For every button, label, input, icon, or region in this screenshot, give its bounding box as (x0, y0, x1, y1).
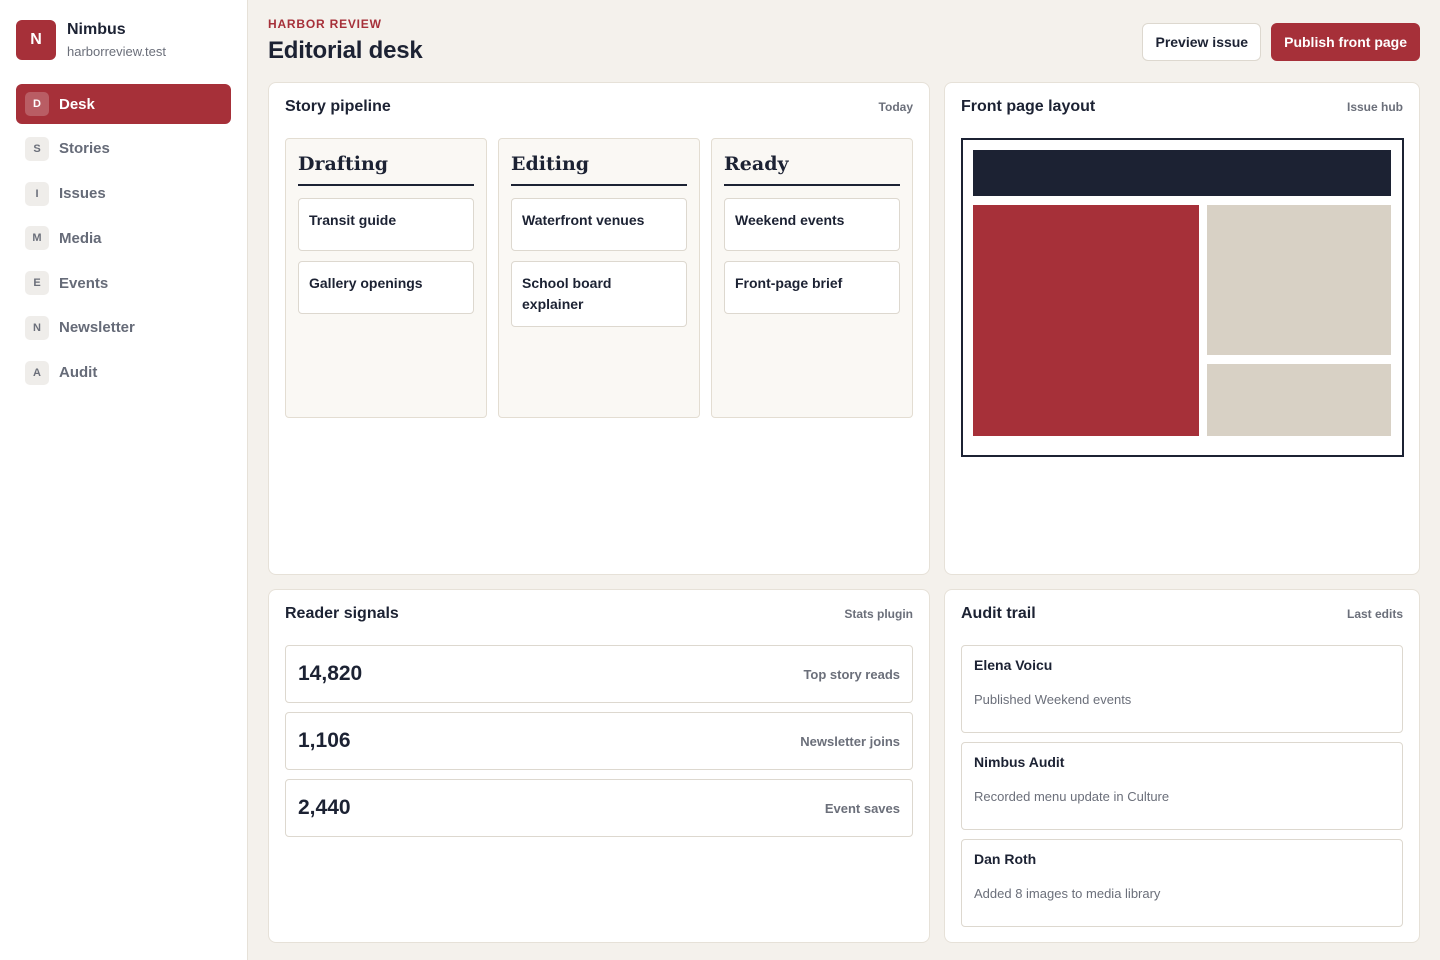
sidebar-item-newsletter[interactable]: N Newsletter (16, 308, 231, 348)
signal-value: 1,106 (298, 729, 351, 752)
sidebar-item-label: Audit (59, 364, 98, 382)
issues-icon: I (25, 181, 49, 206)
panel-header: Front page layout Issue hub (961, 98, 1403, 115)
layout-secondary-block[interactable] (1207, 205, 1391, 355)
audit-description: Added 8 images to media library (974, 886, 1161, 901)
reader-signals-panel: Reader signals Stats plugin 14,820 Top s… (268, 589, 930, 943)
brand-name: Nimbus (67, 20, 126, 38)
signals-list: 14,820 Top story reads 1,106 Newsletter … (285, 645, 913, 837)
signal-value: 14,820 (298, 662, 363, 685)
layout-tertiary-block[interactable] (1207, 364, 1391, 436)
audit-entry: Elena Voicu Published Weekend events (961, 645, 1403, 733)
brand-domain: harborreview.test (67, 43, 166, 59)
preview-issue-button[interactable]: Preview issue (1142, 23, 1262, 61)
signal-label: Top story reads (803, 666, 900, 682)
layout-masthead-block[interactable] (973, 150, 1391, 196)
signal-row: 2,440 Event saves (285, 779, 913, 837)
panel-title: Front page layout (961, 98, 1096, 115)
column-title: Editing (511, 153, 687, 186)
panel-title: Audit trail (961, 605, 1036, 622)
sidebar: N Nimbus harborreview.test D Desk S Stor… (0, 0, 248, 960)
panel-meta: Today (878, 100, 913, 114)
sidebar-item-label: Stories (59, 140, 110, 158)
sidebar-nav: D Desk S Stories I Issues M Media E Even… (16, 84, 231, 393)
audit-author: Dan Roth (974, 851, 1037, 867)
story-card[interactable]: School board explainer (511, 261, 687, 327)
story-card[interactable]: Front-page brief (724, 261, 900, 314)
story-card[interactable]: Waterfront venues (511, 198, 687, 251)
panel-title: Reader signals (285, 605, 399, 622)
panel-header: Audit trail Last edits (961, 605, 1403, 622)
sidebar-item-issues[interactable]: I Issues (16, 174, 231, 214)
column-editing: Editing Waterfront venues School board e… (498, 138, 700, 418)
signal-label: Newsletter joins (800, 733, 900, 749)
signal-row: 1,106 Newsletter joins (285, 712, 913, 770)
audit-author: Elena Voicu (974, 657, 1053, 673)
pipeline-columns: Drafting Transit guide Gallery openings … (285, 138, 913, 418)
layout-preview (961, 138, 1404, 457)
column-title: Ready (724, 153, 900, 186)
signal-value: 2,440 (298, 796, 351, 819)
panel-meta: Last edits (1346, 607, 1403, 621)
panel-meta: Stats plugin (844, 607, 913, 621)
brand-text: Nimbus harborreview.test (67, 20, 166, 61)
panel-meta: Issue hub (1346, 100, 1403, 114)
sidebar-item-media[interactable]: M Media (16, 218, 231, 258)
story-card[interactable]: Transit guide (298, 198, 474, 251)
panel-header: Reader signals Stats plugin (285, 605, 913, 622)
layout-lead-story-block[interactable] (973, 205, 1199, 436)
sidebar-item-label: Desk (59, 95, 95, 113)
sidebar-item-label: Media (59, 229, 102, 247)
audit-description: Recorded menu update in Culture (974, 789, 1170, 804)
page-header: HARBOR REVIEW Editorial desk Preview iss… (268, 17, 1420, 69)
column-ready: Ready Weekend events Front-page brief (711, 138, 913, 418)
sidebar-item-desk[interactable]: D Desk (16, 84, 231, 124)
brand: N Nimbus harborreview.test (16, 19, 231, 61)
panel-title: Story pipeline (285, 98, 391, 115)
audit-trail-panel: Audit trail Last edits Elena Voicu Publi… (944, 589, 1420, 943)
media-icon: M (25, 226, 49, 251)
audit-entry: Nimbus Audit Recorded menu update in Cul… (961, 742, 1403, 830)
audit-list: Elena Voicu Published Weekend events Nim… (961, 645, 1403, 927)
sidebar-item-audit[interactable]: A Audit (16, 353, 231, 393)
audit-icon: A (25, 360, 49, 385)
newsletter-icon: N (25, 315, 49, 340)
story-card[interactable]: Weekend events (724, 198, 900, 251)
story-pipeline-panel: Story pipeline Today Drafting Transit gu… (268, 82, 930, 575)
sidebar-item-label: Events (59, 274, 109, 292)
sidebar-item-events[interactable]: E Events (16, 263, 231, 303)
stories-icon: S (25, 136, 49, 161)
brand-logo[interactable]: N (16, 20, 56, 60)
column-drafting: Drafting Transit guide Gallery openings (285, 138, 487, 418)
sidebar-item-label: Newsletter (59, 319, 135, 337)
audit-description: Published Weekend events (974, 692, 1132, 707)
signal-row: 14,820 Top story reads (285, 645, 913, 703)
audit-entry: Dan Roth Added 8 images to media library (961, 839, 1403, 927)
story-card[interactable]: Gallery openings (298, 261, 474, 314)
sidebar-item-label: Issues (59, 185, 106, 203)
signal-label: Event saves (824, 800, 900, 816)
publish-front-page-button[interactable]: Publish front page (1271, 23, 1420, 61)
events-icon: E (25, 271, 49, 296)
column-title: Drafting (298, 153, 474, 186)
front-page-layout-panel: Front page layout Issue hub (944, 82, 1420, 575)
panel-header: Story pipeline Today (285, 98, 913, 115)
sidebar-item-stories[interactable]: S Stories (16, 129, 231, 169)
desk-icon: D (25, 92, 49, 116)
header-actions: Preview issue Publish front page (1142, 23, 1420, 61)
audit-author: Nimbus Audit (974, 754, 1065, 770)
